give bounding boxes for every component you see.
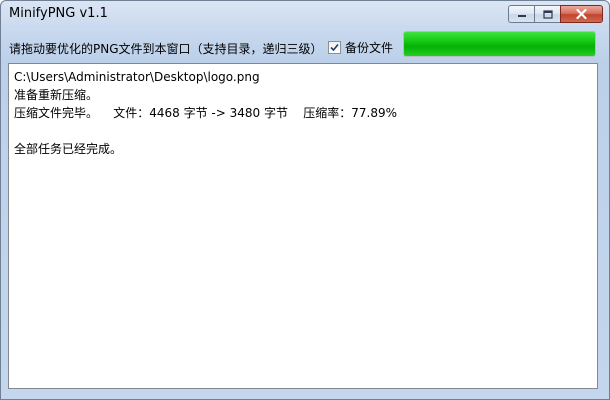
log-output[interactable]: C:\Users\Administrator\Desktop\logo.png … [8,63,598,389]
drag-instruction-label: 请拖动要优化的PNG文件到本窗口（支持目录，递归三级） [9,42,323,56]
title-bar[interactable]: MinifyPNG v1.1 [1,1,609,29]
toolbar: 请拖动要优化的PNG文件到本窗口（支持目录，递归三级） 备份文件 [1,31,609,61]
close-icon [576,9,587,19]
checkmark-icon [330,43,339,51]
minimize-button[interactable] [508,5,534,23]
backup-checkbox[interactable] [328,40,341,54]
progress-fill [404,32,595,56]
close-button[interactable] [560,5,603,23]
minimize-icon [517,15,526,17]
progress-bar [403,31,596,57]
maximize-button[interactable] [534,5,560,23]
log-line: 压缩文件完毕。 文件：4468 字节 -> 3480 字节 压缩率：77.89% [14,106,397,120]
log-line: 全部任务已经完成。 [14,142,123,156]
log-line: C:\Users\Administrator\Desktop\logo.png [14,70,260,84]
backup-checkbox-control[interactable]: 备份文件 [328,39,393,55]
log-line: 准备重新压缩。 [14,88,99,102]
caption-buttons [508,5,603,23]
maximize-icon [542,9,553,19]
app-window: MinifyPNG v1.1 请拖动要优化的PNG文件到本窗口（支持目录，递归三… [0,0,610,400]
backup-label: 备份文件 [345,40,394,55]
window-title: MinifyPNG v1.1 [9,6,108,21]
